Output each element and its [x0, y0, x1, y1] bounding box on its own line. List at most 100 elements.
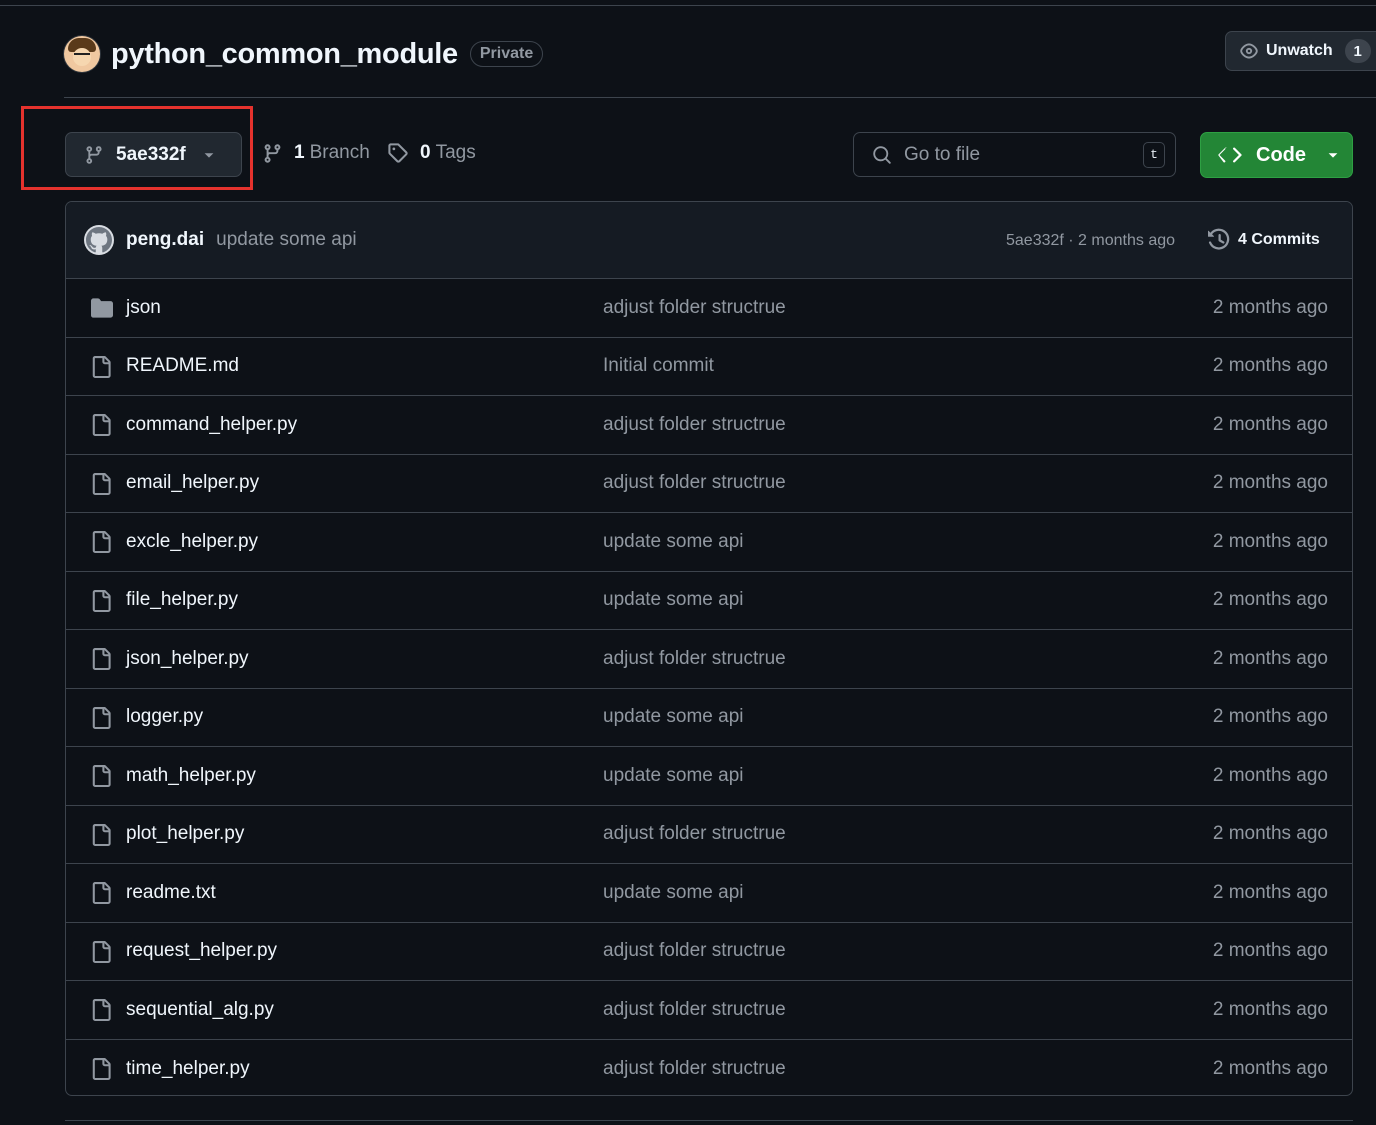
file-icon: [90, 648, 112, 675]
unwatch-label: Unwatch: [1266, 42, 1333, 59]
visibility-badge: Private: [469, 41, 544, 67]
file-commit-age: 2 months ago: [1212, 881, 1328, 903]
file-icon: [90, 706, 112, 734]
file-name-link[interactable]: excle_helper.py: [126, 531, 258, 553]
file-commit-message[interactable]: adjust folder structrue: [603, 1058, 786, 1080]
folder-icon: [90, 297, 114, 324]
file-icon: [90, 940, 112, 968]
file-row[interactable]: command_helper.py adjust folder structrue…: [66, 396, 1352, 455]
file-name-link[interactable]: plot_helper.py: [126, 823, 244, 845]
tag-label: Tags: [435, 142, 476, 163]
file-name-link[interactable]: math_helper.py: [126, 765, 256, 787]
file-name-link[interactable]: file_helper.py: [126, 589, 238, 611]
file-name-link[interactable]: time_helper.py: [126, 1058, 250, 1080]
file-commit-message[interactable]: update some api: [603, 531, 744, 553]
file-name-link[interactable]: sequential_alg.py: [126, 999, 274, 1021]
code-button[interactable]: Code: [1200, 132, 1353, 178]
repo-name[interactable]: python_common_module: [111, 38, 458, 71]
header-divider: [64, 97, 1376, 98]
file-commit-message[interactable]: adjust folder structrue: [603, 472, 786, 494]
file-commit-age: 2 months ago: [1212, 706, 1328, 728]
file-name-link[interactable]: logger.py: [126, 706, 203, 728]
file-row[interactable]: README.md Initial commit 2 months ago: [66, 338, 1352, 396]
file-name-link[interactable]: email_helper.py: [126, 472, 259, 494]
file-row[interactable]: excle_helper.py update some api 2 months a…: [66, 513, 1352, 572]
file-commit-age: 2 months ago: [1212, 940, 1328, 962]
top-divider: [0, 5, 1376, 6]
file-name-link[interactable]: command_helper.py: [126, 414, 297, 436]
file-icon: [90, 999, 112, 1026]
code-label: Code: [1256, 143, 1306, 166]
tag-icon: [388, 143, 408, 163]
bottom-divider: [65, 1120, 1353, 1121]
keyboard-shortcut-hint: t: [1143, 141, 1165, 168]
file-row[interactable]: time_helper.py adjust folder structrue 2 m…: [66, 1040, 1352, 1096]
file-commit-message[interactable]: update some api: [603, 589, 744, 611]
file-row[interactable]: json adjust folder structrue 2 months ago: [66, 279, 1352, 338]
file-commit-message[interactable]: adjust folder structrue: [603, 823, 786, 845]
code-icon: [1218, 147, 1242, 163]
history-icon: [1208, 228, 1230, 250]
file-list: json adjust folder structrue 2 months ago R…: [66, 279, 1352, 1096]
latest-commit-bar: peng.dai update some api 5ae332f · 2 mon…: [66, 202, 1352, 279]
file-name-link[interactable]: json_helper.py: [126, 648, 249, 670]
file-commit-message[interactable]: update some api: [603, 765, 744, 787]
commit-message[interactable]: update some api: [216, 229, 357, 251]
tag-count: 0: [420, 142, 431, 163]
file-row[interactable]: request_helper.py adjust folder structrue…: [66, 923, 1352, 981]
file-commit-age: 2 months ago: [1212, 589, 1328, 611]
file-commit-message[interactable]: adjust folder structrue: [603, 940, 786, 962]
file-name-link[interactable]: json: [126, 297, 161, 319]
file-row[interactable]: math_helper.py update some api 2 months ag…: [66, 747, 1352, 806]
commits-count-label: 4 Commits: [1238, 231, 1320, 248]
file-name-link[interactable]: README.md: [126, 355, 239, 377]
file-commit-message[interactable]: adjust folder structrue: [603, 414, 786, 436]
file-row[interactable]: email_helper.py adjust folder structrue 2 …: [66, 455, 1352, 513]
unwatch-button[interactable]: Unwatch 1: [1225, 31, 1376, 71]
file-icon: [90, 823, 112, 851]
file-row[interactable]: readme.txt update some api 2 months ago: [66, 864, 1352, 923]
file-row[interactable]: json_helper.py adjust folder structrue 2 m…: [66, 630, 1352, 689]
file-commit-age: 2 months ago: [1212, 355, 1328, 377]
file-icon: [90, 414, 112, 441]
file-commit-message[interactable]: adjust folder structrue: [603, 648, 786, 670]
file-icon: [90, 531, 112, 558]
commits-history-link[interactable]: 4 Commits: [1208, 228, 1320, 252]
eye-icon: [1240, 43, 1258, 59]
commit-author-avatar[interactable]: [84, 225, 114, 255]
search-icon: [873, 145, 891, 164]
branch-count: 1: [294, 142, 305, 163]
file-commit-message[interactable]: adjust folder structrue: [603, 999, 786, 1021]
file-commit-message[interactable]: update some api: [603, 706, 744, 728]
file-name-link[interactable]: readme.txt: [126, 882, 216, 904]
file-commit-message[interactable]: update some api: [603, 882, 744, 904]
file-name-link[interactable]: request_helper.py: [126, 940, 277, 962]
file-commit-age: 2 months ago: [1212, 530, 1328, 552]
owner-avatar[interactable]: [64, 36, 100, 72]
file-browser: peng.dai update some api 5ae332f · 2 mon…: [65, 201, 1353, 1096]
go-to-file-placeholder: Go to file: [904, 143, 981, 165]
file-row[interactable]: plot_helper.py adjust folder structrue 2 m…: [66, 806, 1352, 864]
file-commit-age: 2 months ago: [1212, 823, 1328, 845]
file-row[interactable]: logger.py update some api 2 months ago: [66, 689, 1352, 747]
file-commit-age: 2 months ago: [1212, 472, 1328, 494]
file-commit-age: 2 months ago: [1212, 998, 1328, 1020]
file-commit-message[interactable]: Initial commit: [603, 355, 714, 377]
tags-link[interactable]: 0 Tags: [387, 142, 476, 164]
branch-label: Branch: [309, 142, 370, 163]
file-icon: [90, 589, 112, 617]
file-row[interactable]: file_helper.py update some api 2 months ag…: [66, 572, 1352, 630]
file-icon: [90, 1057, 112, 1085]
commit-author[interactable]: peng.dai: [126, 229, 204, 251]
branches-link[interactable]: 1 Branch: [262, 142, 370, 164]
file-commit-age: 2 months ago: [1212, 647, 1328, 669]
github-mark-icon: [86, 227, 112, 253]
commit-meta[interactable]: 5ae332f · 2 months ago: [1006, 232, 1175, 250]
go-to-file-input[interactable]: Go to file t: [853, 132, 1176, 177]
file-commit-message[interactable]: adjust folder structrue: [603, 297, 786, 319]
repo-header: python_common_module Private: [64, 34, 544, 74]
file-commit-age: 2 months ago: [1212, 764, 1328, 786]
file-row[interactable]: sequential_alg.py adjust folder structrue…: [66, 981, 1352, 1040]
git-branch-icon: [264, 143, 281, 163]
file-commit-age: 2 months ago: [1212, 1057, 1328, 1079]
